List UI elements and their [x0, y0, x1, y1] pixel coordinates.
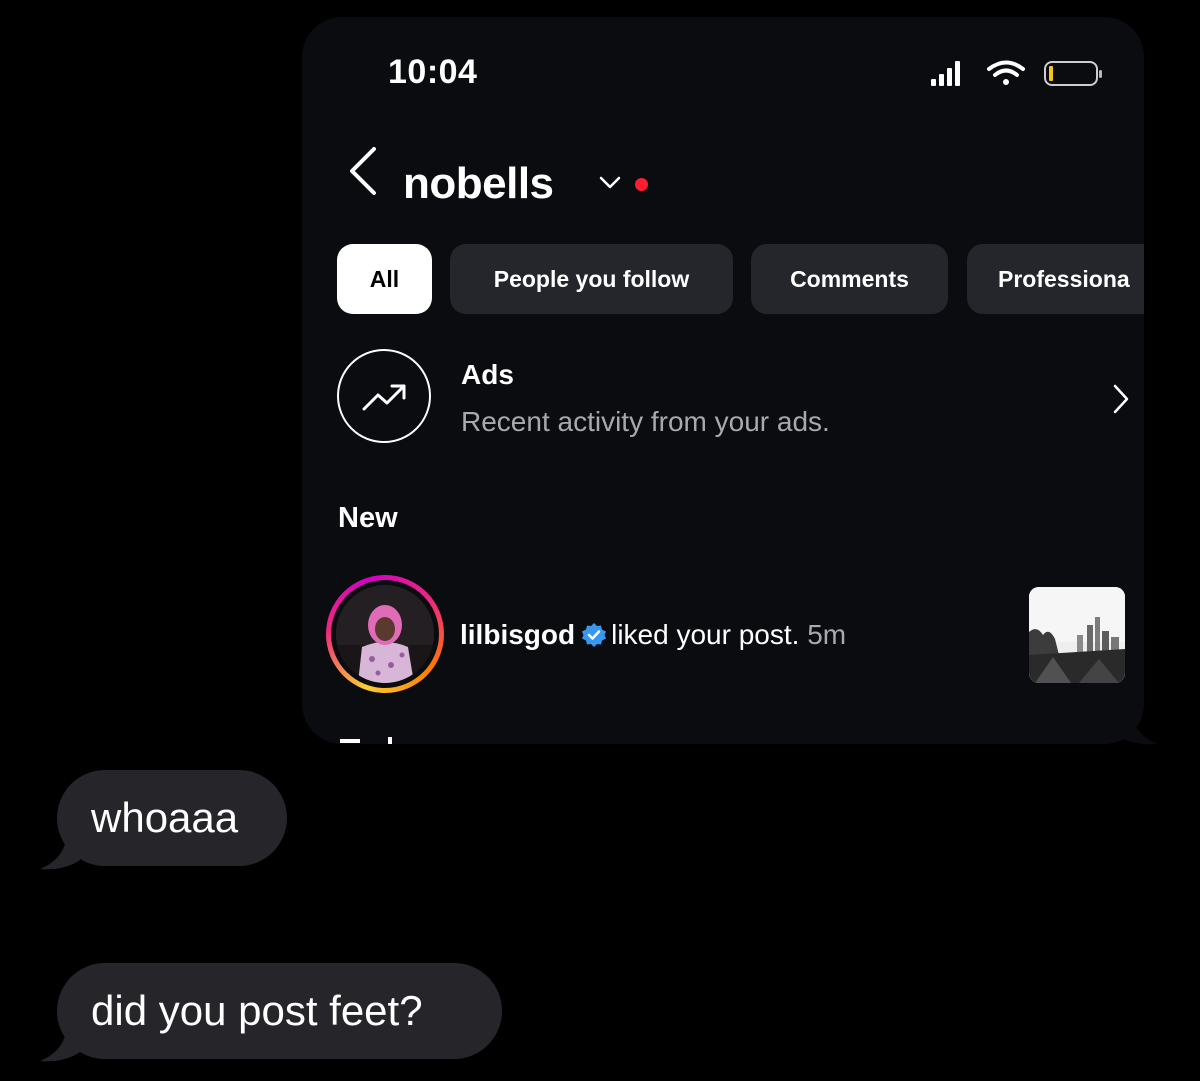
filter-tabs: All People you follow Comments Professio…	[337, 244, 1144, 314]
cutoff-section-heading	[338, 735, 408, 744]
chevron-down-icon[interactable]	[598, 175, 622, 196]
signal-wifi-battery-icons	[931, 60, 1102, 86]
notification-row[interactable]: lilbisgod liked your post. 5m	[326, 575, 1126, 695]
received-message[interactable]: whoaaa	[57, 770, 287, 866]
ads-activity-row[interactable]: Ads Recent activity from your ads.	[337, 349, 1129, 447]
tab-people-you-follow[interactable]: People you follow	[450, 244, 733, 314]
tab-professional[interactable]: Professiona	[967, 244, 1144, 314]
tab-comments[interactable]: Comments	[751, 244, 948, 314]
notification-username[interactable]: lilbisgod	[460, 619, 575, 650]
signal-icon	[931, 61, 960, 86]
received-message[interactable]: did you post feet?	[57, 963, 502, 1059]
ads-subtitle: Recent activity from your ads.	[461, 406, 830, 437]
story-ring[interactable]	[326, 575, 444, 693]
back-chevron-icon[interactable]	[346, 145, 380, 202]
post-thumbnail[interactable]	[1029, 587, 1125, 683]
notification-dot	[635, 178, 648, 191]
status-bar-time: 10:04	[388, 53, 478, 91]
notification-text: lilbisgod liked your post. 5m	[460, 619, 846, 655]
sent-screenshot-message[interactable]: 10:04 nobells All People you follow Comm…	[302, 17, 1144, 744]
sent-bubble-tail	[1118, 716, 1160, 746]
avatar	[336, 585, 434, 683]
ads-title: Ads	[461, 359, 514, 390]
tab-all[interactable]: All	[337, 244, 432, 314]
trending-up-icon	[337, 349, 431, 443]
notification-action: liked your post.	[611, 619, 800, 650]
battery-icon	[1044, 61, 1102, 86]
wifi-icon	[987, 60, 1025, 85]
status-bar-icons	[927, 57, 1107, 93]
account-name[interactable]: nobells	[403, 159, 554, 209]
section-heading-new: New	[338, 502, 398, 534]
verified-badge-icon	[581, 622, 607, 655]
chevron-right-icon	[1111, 383, 1131, 420]
notification-time: 5m	[807, 619, 847, 650]
